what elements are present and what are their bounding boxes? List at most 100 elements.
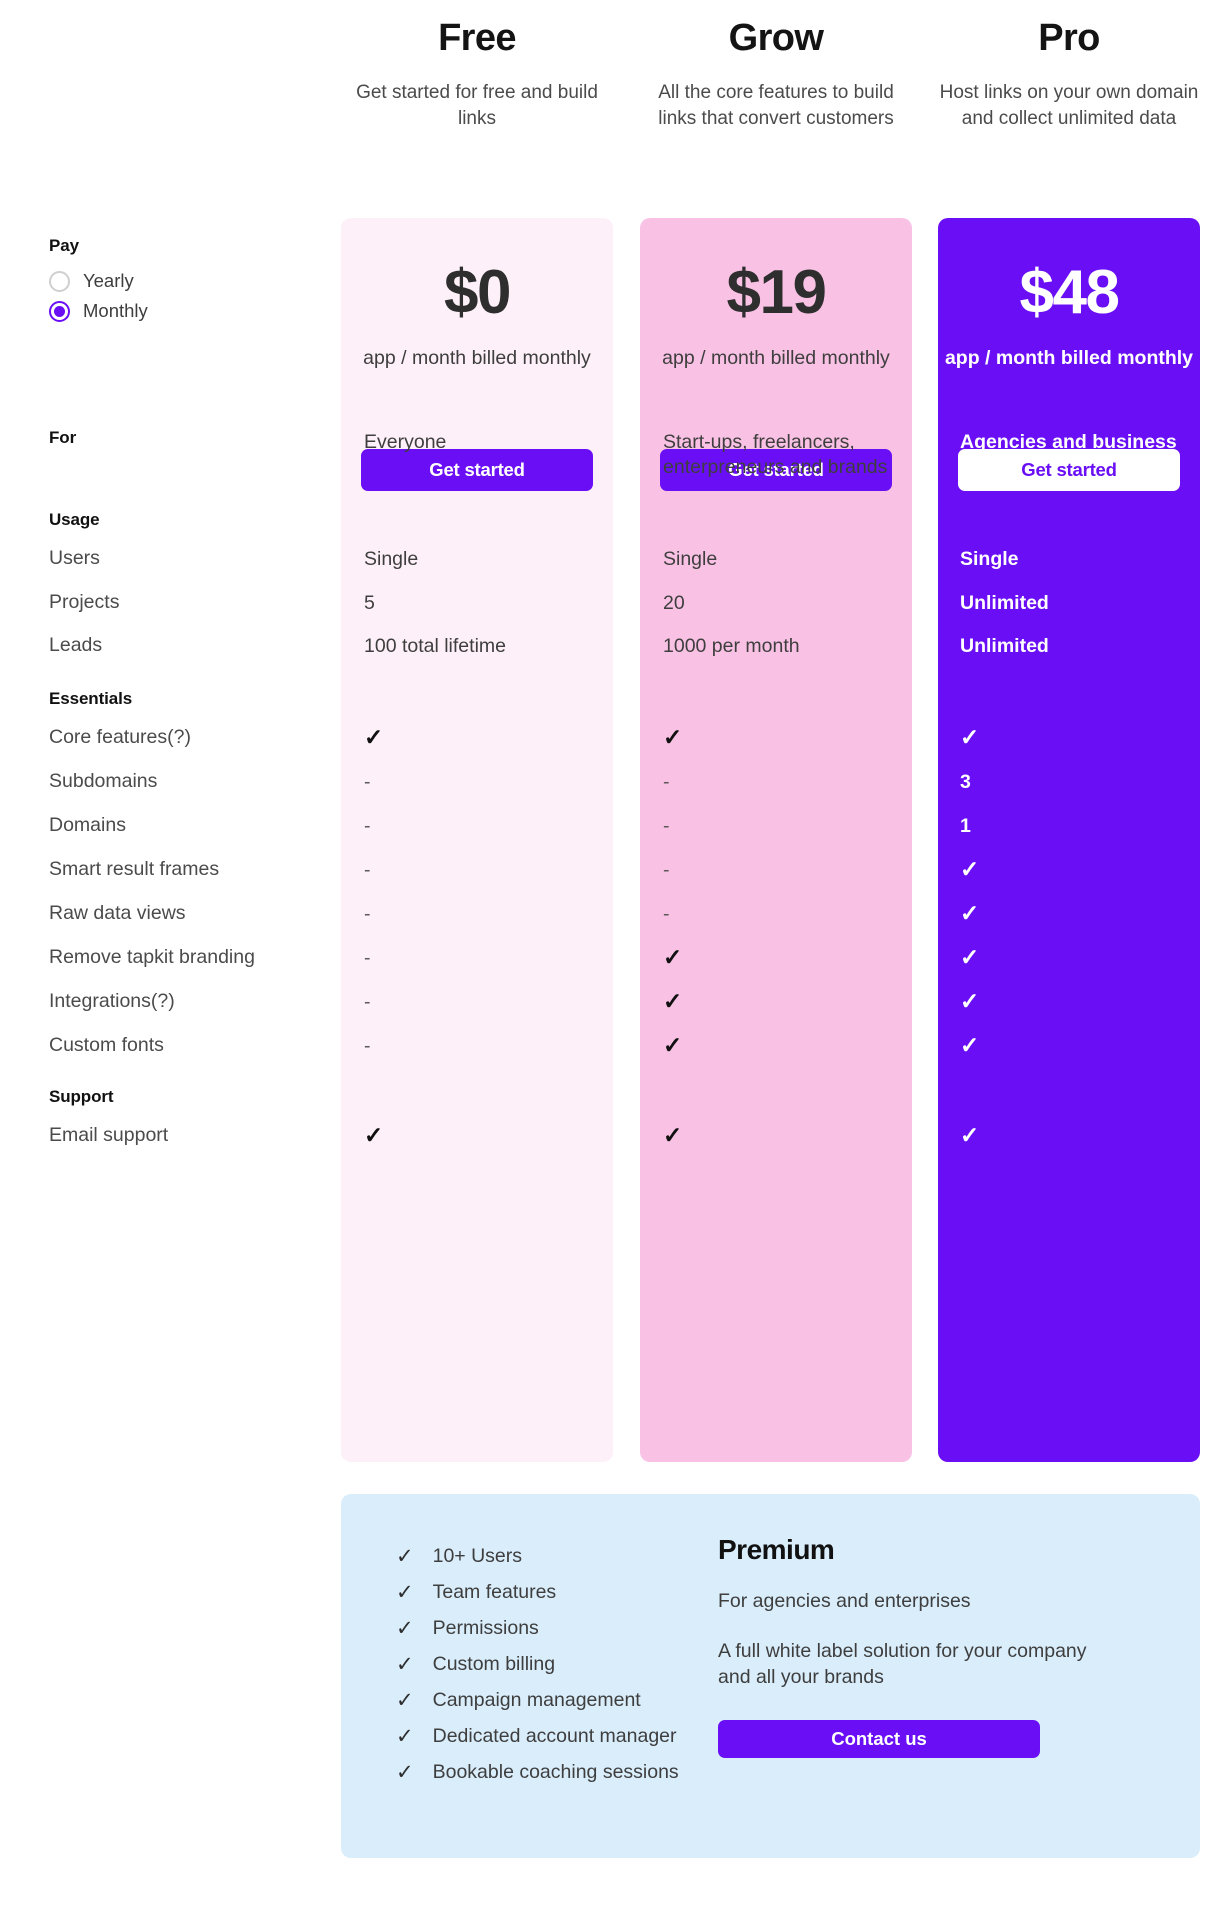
check-icon: ✓	[663, 944, 683, 970]
cell-for-pro: Agencies and business	[960, 431, 1177, 453]
radio-selected-icon[interactable]	[49, 300, 70, 322]
premium-feature-item: ✓ Campaign management	[396, 1682, 679, 1718]
cell-smart-result-frames-pro: ✓	[960, 858, 1185, 884]
row-label-raw-data-views: Raw data views	[49, 902, 186, 924]
row-label-integrations: Integrations(?)	[49, 990, 175, 1012]
check-icon: ✓	[364, 1122, 384, 1148]
cell-projects-grow: 20	[663, 592, 685, 614]
not-included-dash: -	[364, 1035, 371, 1057]
pay-group-title: Pay	[49, 236, 79, 255]
price-amount: $48	[1019, 258, 1120, 327]
cell-subdomains-grow: -	[663, 770, 893, 795]
row-label-remove-tapkit-branding: Remove tapkit branding	[49, 946, 255, 968]
row-label-core-features: Core features(?)	[49, 726, 191, 748]
pay-option-label: Yearly	[83, 270, 134, 291]
not-included-dash: -	[364, 903, 371, 925]
check-icon: ✓	[663, 1122, 683, 1148]
plan-description: Host links on your own domain and collec…	[939, 81, 1199, 129]
check-icon: ✓	[960, 856, 980, 882]
price-amount: $19	[726, 258, 827, 327]
premium-feature-label: 10+ Users	[432, 1544, 523, 1567]
row-label-leads: Leads	[49, 634, 103, 656]
check-icon: ✓	[960, 988, 980, 1014]
not-included-dash: -	[663, 771, 670, 793]
cell-for-grow: Start-ups, freelancers, enterpreneurs an…	[663, 431, 888, 479]
cell-users-free: Single	[364, 548, 419, 570]
pricing-page: Free Get started for free and build link…	[0, 0, 1231, 1915]
check-icon: ✓	[364, 724, 384, 750]
check-icon: ✓	[960, 944, 980, 970]
cell-custom-fonts-grow: ✓	[663, 1034, 893, 1060]
cell-integrations-free: -	[364, 990, 594, 1015]
cell-users-grow: Single	[663, 548, 718, 570]
check-icon: ✓	[396, 1724, 414, 1748]
check-icon: ✓	[663, 988, 683, 1014]
premium-feature-item: ✓ Bookable coaching sessions	[396, 1754, 679, 1790]
pay-option-label: Monthly	[83, 300, 148, 321]
price-block-pro: $48 app / month billed monthly	[938, 262, 1200, 372]
cell-domains-free: -	[364, 814, 594, 839]
pay-option-monthly[interactable]: Monthly	[49, 300, 148, 322]
cell-integrations-grow: ✓	[663, 990, 893, 1016]
cell-core-features-grow: ✓	[663, 726, 893, 752]
cell-smart-result-frames-grow: -	[663, 858, 893, 883]
cell-remove-tapkit-branding-grow: ✓	[663, 946, 893, 972]
group-title-for: For	[49, 428, 77, 447]
plan-description: Get started for free and build links	[356, 81, 598, 129]
premium-feature-label: Dedicated account manager	[432, 1724, 677, 1747]
row-label-email-support: Email support	[49, 1124, 169, 1146]
plan-name: Grow	[728, 17, 824, 59]
price-billing-note: app / month billed monthly	[363, 347, 591, 369]
cell-users-pro: Single	[960, 548, 1019, 570]
check-icon: ✓	[663, 724, 683, 750]
plan-card-free	[341, 218, 613, 1462]
check-icon: ✓	[396, 1616, 414, 1640]
premium-panel: ✓ 10+ Users ✓ Team features ✓ Permissions ✓ Cus…	[341, 1494, 1200, 1858]
check-icon: ✓	[960, 1122, 980, 1148]
row-label-projects: Projects	[49, 591, 120, 613]
cell-subdomains-free: -	[364, 770, 594, 795]
group-title-usage: Usage	[49, 510, 100, 529]
cell-remove-tapkit-branding-pro: ✓	[960, 946, 1185, 972]
group-title-support: Support	[49, 1087, 114, 1106]
row-label-custom-fonts: Custom fonts	[49, 1034, 164, 1056]
cell-smart-result-frames-free: -	[364, 858, 594, 883]
plan-header-pro: Pro Host links on your own domain and co…	[938, 17, 1200, 132]
cell-custom-fonts-pro: ✓	[960, 1034, 1185, 1060]
price-block-grow: $19 app / month billed monthly	[640, 262, 912, 372]
check-icon: ✓	[960, 1032, 980, 1058]
pay-option-yearly[interactable]: Yearly	[49, 270, 134, 292]
cell-leads-free: 100 total lifetime	[364, 635, 506, 657]
price-billing-note: app / month billed monthly	[662, 347, 890, 369]
premium-feature-item: ✓ Team features	[396, 1574, 679, 1610]
check-icon: ✓	[396, 1688, 414, 1712]
radio-unselected-icon[interactable]	[49, 270, 70, 292]
plan-header-grow: Grow All the core features to build link…	[640, 17, 912, 132]
cell-leads-pro: Unlimited	[960, 635, 1049, 657]
cell-email-support-grow: ✓	[663, 1124, 893, 1150]
cell-email-support-pro: ✓	[960, 1124, 1185, 1150]
premium-feature-label: Bookable coaching sessions	[432, 1760, 679, 1783]
cell-raw-data-views-pro: ✓	[960, 902, 1185, 928]
cell-email-support-free: ✓	[364, 1124, 594, 1150]
cell-projects-pro: Unlimited	[960, 592, 1049, 614]
premium-feature-list: ✓ 10+ Users ✓ Team features ✓ Permissions ✓ Cus…	[396, 1538, 679, 1790]
not-included-dash: -	[663, 815, 670, 837]
price-billing-note: app / month billed monthly	[944, 347, 1194, 369]
not-included-dash: -	[663, 903, 670, 925]
check-icon: ✓	[960, 900, 980, 926]
plan-name: Free	[438, 17, 516, 59]
plan-name: Pro	[1038, 17, 1100, 59]
cell-domains-grow: -	[663, 814, 893, 839]
premium-title: Premium	[718, 1534, 835, 1565]
premium-feature-label: Team features	[432, 1580, 557, 1603]
contact-us-button[interactable]: Contact us	[718, 1719, 1040, 1758]
check-icon: ✓	[396, 1760, 414, 1784]
group-title-essentials: Essentials	[49, 689, 133, 708]
premium-feature-item: ✓ Dedicated account manager	[396, 1718, 679, 1754]
not-included-dash: -	[364, 815, 371, 837]
plan-card-pro	[938, 218, 1200, 1462]
premium-feature-item: ✓ Permissions	[396, 1610, 679, 1646]
premium-feature-label: Campaign management	[432, 1688, 641, 1711]
premium-feature-item: ✓ Custom billing	[396, 1646, 679, 1682]
